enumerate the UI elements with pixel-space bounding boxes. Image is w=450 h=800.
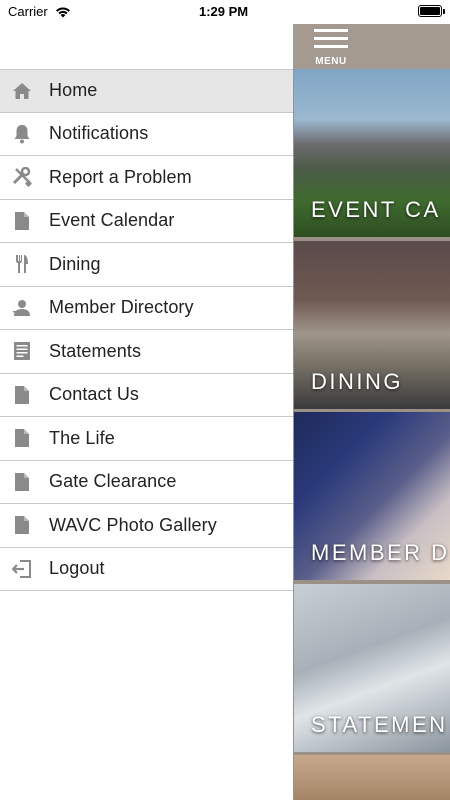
menu-item-contact-us[interactable]: Contact Us: [0, 373, 293, 417]
battery-icon: [418, 5, 445, 17]
status-bar: Carrier 1:29 PM: [0, 0, 293, 24]
tile-label: STATEMEN: [311, 712, 448, 737]
menu-item-the-life[interactable]: The Life: [0, 417, 293, 461]
menu-item-label: Dining: [49, 253, 101, 274]
menu-item-label: Notifications: [49, 123, 149, 144]
tile-label: EVENT CA: [311, 197, 441, 222]
document-icon: [11, 427, 33, 449]
tile-member-directory[interactable]: MEMBER D: [294, 412, 450, 580]
carrier-label: Carrier: [8, 4, 48, 19]
menu-item-member-directory[interactable]: Member Directory: [0, 286, 293, 330]
menu-item-statements[interactable]: Statements: [0, 330, 293, 374]
menu-item-label: Report a Problem: [49, 166, 192, 187]
app-header: MENU: [293, 24, 450, 69]
document-icon: [11, 471, 33, 493]
document-icon: [11, 210, 33, 232]
menu-item-label: WAVC Photo Gallery: [49, 514, 217, 535]
logout-icon: [11, 558, 33, 580]
menu-item-label: Event Calendar: [49, 210, 175, 231]
menu-item-logout[interactable]: Logout: [0, 547, 293, 591]
menu-item-label: Member Directory: [49, 297, 194, 318]
tile-statements[interactable]: STATEMEN: [294, 584, 450, 752]
status-time: 1:29 PM: [199, 4, 249, 19]
menu-item-label: Statements: [49, 340, 142, 361]
menu-item-label: Logout: [49, 558, 105, 579]
menu-button[interactable]: MENU: [314, 29, 348, 67]
menu-item-label: The Life: [49, 427, 115, 448]
statement-icon: [11, 340, 33, 362]
wifi-icon: [55, 5, 71, 23]
menu-item-wavc-photo-gallery[interactable]: WAVC Photo Gallery: [0, 504, 293, 548]
bell-icon: [11, 123, 33, 145]
menu-item-label: Gate Clearance: [49, 471, 177, 492]
menu-button-label: MENU: [315, 56, 347, 67]
menu-item-event-calendar[interactable]: Event Calendar: [0, 199, 293, 243]
tile-event-calendar[interactable]: EVENT CA: [294, 69, 450, 237]
menu-item-gate-clearance[interactable]: Gate Clearance: [0, 460, 293, 504]
menu-item-home[interactable]: Home: [0, 69, 293, 113]
person-icon: [11, 297, 33, 319]
document-icon: [11, 384, 33, 406]
menu-list: Home Notifications Report a Problem Even…: [0, 69, 293, 591]
document-icon: [11, 514, 33, 536]
tile-label: DINING: [311, 369, 403, 394]
main-content: MENU EVENT CA DINING MEMBER D STATEMEN: [293, 0, 450, 800]
menu-item-label: Home: [49, 80, 98, 101]
tile-dining[interactable]: DINING: [294, 241, 450, 409]
tools-icon: [11, 166, 33, 188]
menu-item-report-a-problem[interactable]: Report a Problem: [0, 156, 293, 200]
tile-label: MEMBER D: [311, 540, 450, 565]
menu-item-label: Contact Us: [49, 384, 140, 405]
side-drawer: Carrier 1:29 PM Home Notifications Repor…: [0, 0, 293, 800]
fork-knife-icon: [11, 253, 33, 275]
menu-item-notifications[interactable]: Notifications: [0, 112, 293, 156]
menu-item-dining[interactable]: Dining: [0, 243, 293, 287]
tile-next[interactable]: [294, 755, 450, 800]
home-icon: [11, 80, 33, 102]
status-bar-right: [293, 0, 450, 24]
